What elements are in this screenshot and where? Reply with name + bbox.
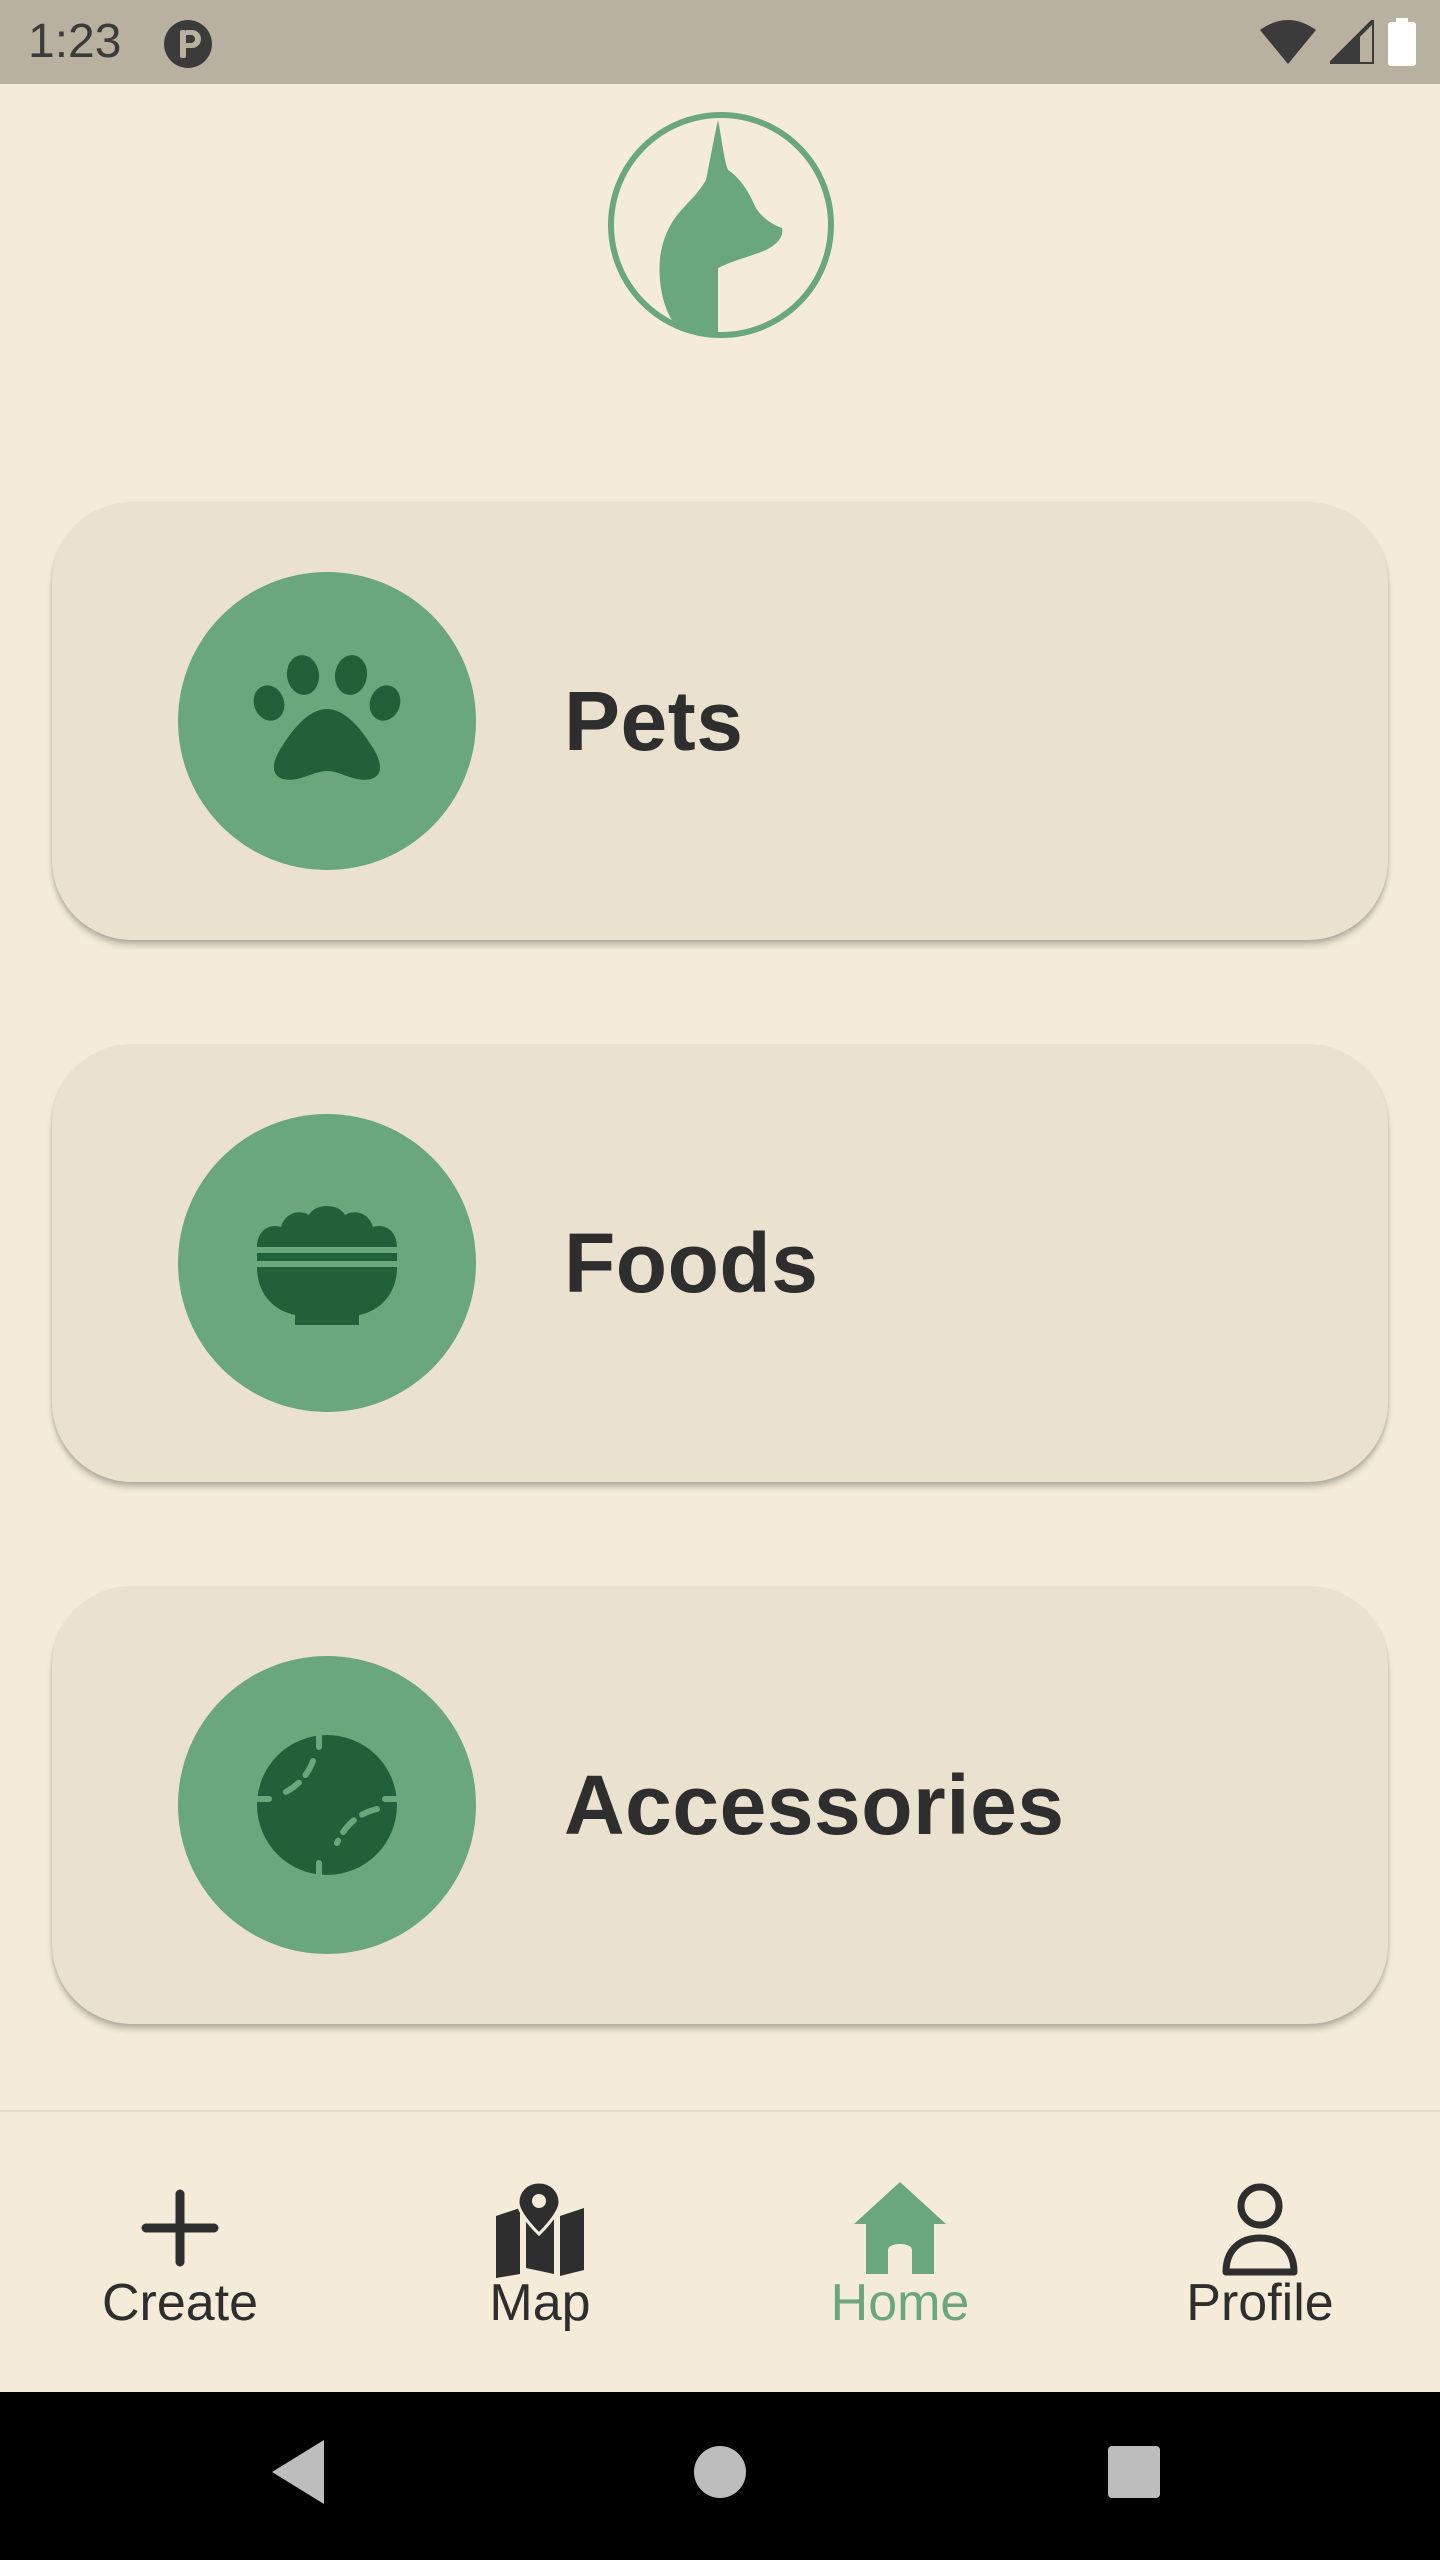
map-icon xyxy=(496,2180,584,2278)
signal-icon xyxy=(1330,20,1374,64)
accessories-icon-badge xyxy=(178,1656,476,1954)
cat-logo-icon xyxy=(608,112,834,338)
circle-p-icon xyxy=(164,20,212,68)
status-icons xyxy=(1260,18,1416,66)
category-label-pets: Pets xyxy=(564,674,744,768)
recents-square-icon[interactable] xyxy=(1094,2432,1174,2512)
paw-icon xyxy=(253,655,401,780)
status-bar: 1:23 xyxy=(0,0,1440,84)
profile-icon xyxy=(1222,2183,1298,2276)
food-bowl-icon xyxy=(257,1206,397,1325)
nav-item-profile[interactable]: Profile xyxy=(1080,2112,1440,2394)
home-icon xyxy=(854,2182,946,2274)
category-card-foods[interactable]: Foods xyxy=(52,1044,1388,1482)
pets-icon-badge xyxy=(178,572,476,870)
home-circle-icon[interactable] xyxy=(680,2432,760,2512)
nav-item-create[interactable]: Create xyxy=(0,2112,360,2394)
bottom-navigation: Create Map Home Profile xyxy=(0,2110,1440,2394)
category-card-pets[interactable]: Pets xyxy=(52,502,1388,940)
category-card-accessories[interactable]: Accessories xyxy=(52,1586,1388,2024)
nav-item-home[interactable]: Home xyxy=(720,2112,1080,2394)
nav-label-create: Create xyxy=(101,2274,259,2332)
ball-icon xyxy=(252,1730,402,1880)
back-icon[interactable] xyxy=(260,2432,340,2512)
system-navigation-bar xyxy=(0,2392,1440,2560)
category-label-foods: Foods xyxy=(564,1216,819,1310)
nav-item-map[interactable]: Map xyxy=(360,2112,720,2394)
category-label-accessories: Accessories xyxy=(564,1758,1065,1852)
plus-icon xyxy=(141,2189,219,2267)
wifi-icon xyxy=(1260,20,1316,64)
nav-label-map: Map xyxy=(489,2274,591,2332)
nav-label-profile: Profile xyxy=(1186,2274,1334,2332)
foods-icon-badge xyxy=(178,1114,476,1412)
app-screen: 1:23 Pets Foods Accessories Create Map H… xyxy=(0,0,1440,2560)
battery-icon xyxy=(1388,18,1416,66)
nav-label-home: Home xyxy=(830,2274,970,2332)
status-time: 1:23 xyxy=(28,15,122,68)
